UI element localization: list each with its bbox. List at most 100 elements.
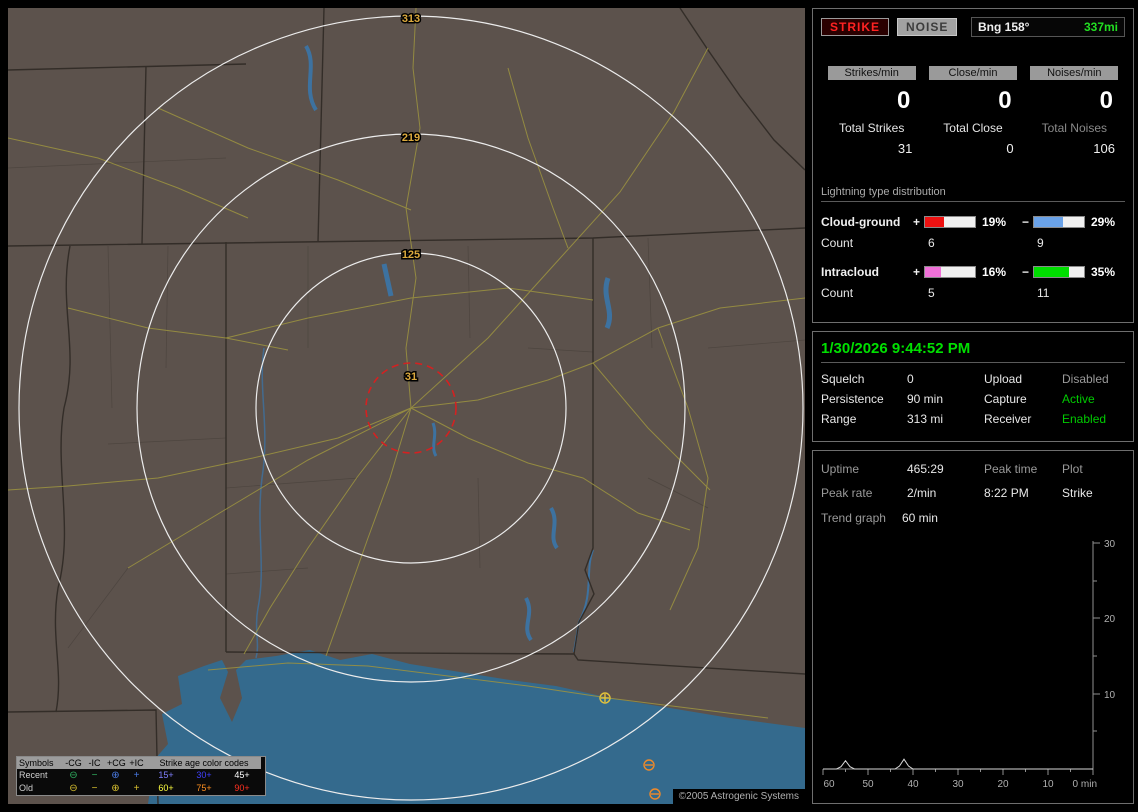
- uptime-value: 465:29: [907, 462, 944, 476]
- distribution-title: Lightning type distribution: [821, 186, 1125, 202]
- ring-label-31: 31: [405, 371, 417, 383]
- ic-neg-count: 11: [1037, 286, 1050, 300]
- y-tick-30: 30: [1104, 539, 1116, 550]
- count-label: Count: [821, 236, 854, 250]
- legend-row-old-label: Old: [19, 783, 34, 793]
- close-per-min-label: Close/min: [928, 66, 1017, 80]
- x-tick-40: 40: [907, 779, 919, 790]
- plus-sign: +: [912, 265, 920, 279]
- plus-sign: +: [912, 215, 920, 229]
- upload-label: Upload: [984, 372, 1023, 387]
- ring-label-313: 313: [402, 13, 420, 25]
- map-legend: Symbols -CG -IC +CG +IC Strike age color…: [16, 756, 266, 796]
- map-canvas: 313 219 125 31: [8, 8, 805, 804]
- neg-ic-symbol-icon: −: [91, 770, 98, 781]
- capture-status: Active: [1062, 392, 1095, 407]
- legend-row-recent-label: Recent: [19, 770, 48, 780]
- receiver-status: Enabled: [1062, 412, 1107, 427]
- cloud-ground-row: Cloud-ground + 19% − 29%: [821, 212, 1125, 232]
- cg-pos-pct: 19%: [982, 215, 1007, 229]
- ic-neg-bar: [1033, 266, 1085, 278]
- neg-ic-symbol-icon: −: [91, 783, 98, 794]
- x-tick-50: 50: [862, 779, 874, 790]
- bearing-distance: 337mi: [1083, 20, 1118, 34]
- close-per-min-value: 0: [998, 87, 1012, 114]
- legend-col-neg-ic: -IC: [84, 757, 105, 769]
- strikes-per-min-value: 0: [896, 87, 911, 114]
- legend-col-pos-cg: +CG: [105, 757, 126, 769]
- strike-indicator[interactable]: STRIKE: [821, 18, 890, 36]
- stormvue-app: 313 219 125 31 Symbols -CG -IC +CG +IC S…: [0, 0, 1138, 812]
- total-close-value: 0: [1006, 141, 1014, 156]
- x-tick-10: 10: [1042, 779, 1054, 790]
- legend-symbols-header: Symbols: [17, 757, 63, 769]
- settings-panel: 1/30/2026 9:44:52 PM Squelch 0 Upload Di…: [812, 331, 1134, 442]
- stats-panel: Uptime 465:29 Peak time Plot Peak rate 2…: [812, 450, 1134, 804]
- lightning-map[interactable]: 313 219 125 31 Symbols -CG -IC +CG +IC S…: [8, 8, 805, 804]
- x-tick-60: 60: [823, 779, 835, 790]
- ring-label-125: 125: [402, 249, 420, 261]
- age-60: 60+: [158, 783, 174, 793]
- age-75: 75+: [196, 783, 212, 793]
- noises-per-min-value: 0: [1099, 87, 1113, 114]
- trend-line: [823, 758, 1093, 770]
- legend-col-pos-ic: +IC: [126, 757, 147, 769]
- squelch-value: 0: [907, 372, 914, 387]
- neg-cg-symbol-icon: ⊖: [69, 783, 78, 794]
- plot-label: Plot: [1062, 462, 1083, 476]
- total-strikes-label: Total Strikes: [838, 121, 905, 135]
- intracloud-row: Intracloud + 16% − 35%: [821, 262, 1125, 282]
- cloud-ground-count-row: Count 6 9: [821, 236, 1125, 256]
- pos-cg-symbol-icon: ⊕: [111, 770, 120, 781]
- pos-cg-symbol-icon: ⊕: [111, 783, 120, 794]
- x-tick-20: 20: [997, 779, 1009, 790]
- x-tick-0min: 0 min: [1073, 779, 1097, 790]
- trend-window-value: 60 min: [901, 511, 938, 525]
- legend-age-header: Strike age color codes: [147, 757, 261, 769]
- count-label: Count: [821, 286, 854, 300]
- peak-time-value: 8:22 PM: [984, 486, 1029, 500]
- age-30: 30+: [196, 770, 212, 780]
- upload-status: Disabled: [1062, 372, 1109, 387]
- ring-label-219: 219: [402, 132, 420, 144]
- pos-ic-symbol-icon: +: [133, 783, 140, 794]
- total-close-label: Total Close: [943, 121, 1003, 135]
- cg-neg-bar: [1033, 216, 1085, 228]
- ic-pos-pct: 16%: [982, 265, 1007, 279]
- trend-graph-label: Trend graph: [821, 511, 886, 525]
- y-tick-20: 20: [1104, 614, 1116, 625]
- total-strikes-value: 31: [897, 141, 913, 156]
- capture-label: Capture: [984, 392, 1027, 407]
- age-90: 90+: [234, 783, 250, 793]
- neg-cg-symbol-icon: ⊖: [69, 770, 78, 781]
- intracloud-label: Intracloud: [821, 265, 880, 279]
- noises-per-min-label: Noises/min: [1030, 66, 1119, 80]
- bearing-label: Bng 158°: [978, 20, 1030, 34]
- range-value: 313 mi: [907, 412, 944, 427]
- plot-value: Strike: [1062, 486, 1093, 500]
- pos-ic-symbol-icon: +: [133, 770, 140, 781]
- peak-rate-value: 2/min: [907, 486, 937, 500]
- cg-neg-count: 9: [1037, 236, 1044, 250]
- legend-col-neg-cg: -CG: [63, 757, 84, 769]
- status-panel: STRIKE NOISE Bng 158° 337mi Strikes/min …: [812, 8, 1134, 324]
- y-tick-10: 10: [1104, 690, 1116, 701]
- datetime-display: 1/30/2026 9:44:52 PM: [821, 340, 1125, 364]
- uptime-label: Uptime: [821, 462, 860, 476]
- trend-graph: 30 20 10 60 50 40 30 20 10 0 min: [822, 539, 1116, 790]
- ic-neg-pct: 35%: [1091, 265, 1116, 279]
- noise-indicator[interactable]: NOISE: [897, 18, 958, 36]
- peak-rate-label: Peak rate: [821, 486, 873, 500]
- cloud-ground-label: Cloud-ground: [821, 215, 901, 229]
- peak-time-label: Peak time: [984, 462, 1038, 476]
- age-15: 15+: [158, 770, 174, 780]
- ic-pos-count: 5: [928, 286, 935, 300]
- cg-pos-bar: [924, 216, 976, 228]
- pos-cg-strike-icon: [599, 692, 611, 704]
- minus-sign: −: [1021, 265, 1029, 279]
- side-panel: STRIKE NOISE Bng 158° 337mi Strikes/min …: [812, 8, 1134, 804]
- range-label: Range: [821, 412, 857, 427]
- copyright-text: ©2005 Astrogenic Systems: [672, 789, 805, 804]
- minus-sign: −: [1021, 215, 1029, 229]
- bearing-display: Bng 158° 337mi: [971, 17, 1125, 37]
